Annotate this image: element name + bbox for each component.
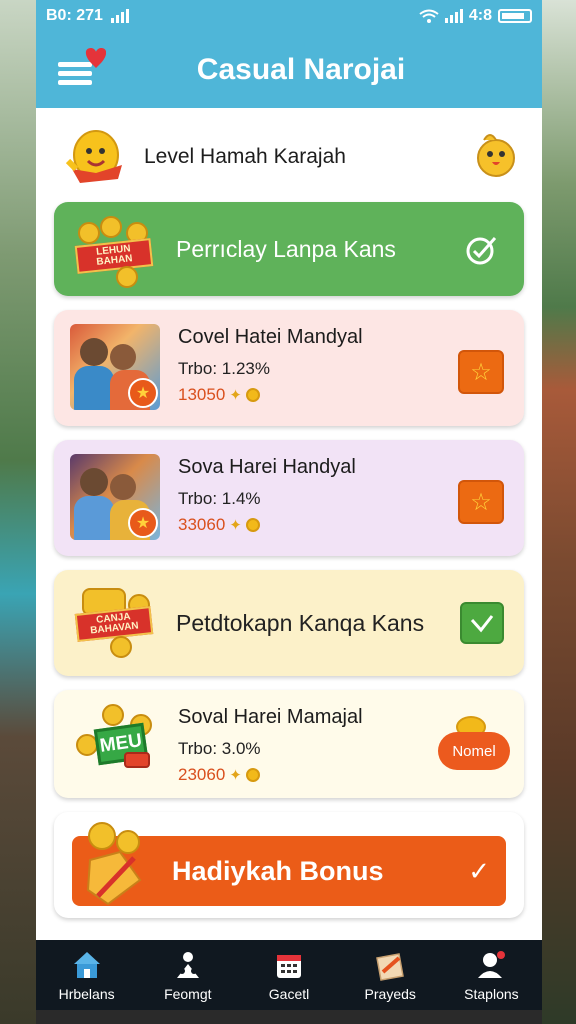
bonus-label: Hadiykah Bonus bbox=[172, 855, 384, 886]
reward-card-2[interactable]: ★ Sova Harei Handyal Trbo: 1.4% 33060 ✦ … bbox=[54, 440, 524, 556]
reward-coins-value-3: 23060 bbox=[178, 765, 226, 784]
reward-coins-value-1: 13050 bbox=[178, 385, 226, 404]
reward-rate-2: Trbo: 1.4% bbox=[178, 489, 261, 508]
coin-icon bbox=[245, 388, 260, 402]
battery-icon bbox=[498, 9, 532, 23]
reward-thumbnail-1: ★ bbox=[70, 324, 160, 410]
status-bar: B0: 271 4:8 bbox=[36, 0, 542, 32]
reward-coins-value-2: 33060 bbox=[178, 515, 226, 534]
check-icon[interactable] bbox=[460, 228, 504, 270]
novel-button[interactable]: Nomel bbox=[438, 732, 510, 770]
bonus-button[interactable]: Hadiykah Bonus ✓ bbox=[72, 822, 506, 906]
promo-title-1: Perrıclay Lanpa Kans bbox=[176, 235, 396, 262]
reward-name-3: Soval Harei Mamajal bbox=[178, 706, 363, 728]
cell-signal-icon bbox=[444, 9, 463, 23]
star-badge-icon: ★ bbox=[128, 508, 158, 538]
menu-heart-icon[interactable] bbox=[56, 46, 106, 90]
reward-rate-3: Trbo: 3.0% bbox=[178, 739, 261, 758]
tab-gifts[interactable]: Prayeds bbox=[340, 940, 441, 1010]
bonus-envelope-icon bbox=[86, 822, 142, 906]
tab-games[interactable]: Feomgt bbox=[137, 940, 238, 1010]
tab-label: Prayeds bbox=[364, 986, 416, 1002]
app-header: Casual Narojai bbox=[36, 32, 542, 108]
favorite-button-2[interactable]: ☆ bbox=[458, 480, 504, 524]
reward-card-1[interactable]: ★ Covel Hatei Mandyal Trbo: 1.23% 13050 … bbox=[54, 310, 524, 426]
level-label: Level Hamah Karajah bbox=[144, 145, 346, 168]
reward-name-2: Sova Harei Handyal bbox=[178, 456, 356, 478]
reward-thumbnail-2: ★ bbox=[70, 454, 160, 540]
check-icon: ✓ bbox=[468, 855, 490, 886]
coin-icon bbox=[245, 518, 260, 532]
promo-card-2[interactable]: CANJA BAHAVAN Petdtokapn Kanqa Kans bbox=[54, 570, 524, 676]
tab-label: Gacetl bbox=[268, 986, 310, 1002]
bottom-tab-bar: Hrbelans Feomgt Gacetl Prayeds Staplons bbox=[36, 940, 542, 1010]
sparkle-icon: ✦ bbox=[229, 517, 242, 534]
profile-icon bbox=[478, 951, 506, 978]
reward-rate-1: Trbo: 1.23% bbox=[178, 359, 270, 378]
gift-icon bbox=[376, 953, 405, 981]
favorite-button-1[interactable]: ☆ bbox=[458, 350, 504, 394]
home-icon bbox=[73, 952, 100, 978]
tab-calendar[interactable]: Gacetl bbox=[238, 940, 339, 1010]
wifi-icon bbox=[419, 9, 439, 23]
bonus-card: Hadiykah Bonus ✓ bbox=[54, 812, 524, 918]
bottom-edge bbox=[36, 1010, 542, 1024]
promo-emblem-1: LEHUN BAHAN bbox=[72, 216, 162, 288]
reward-coins-1: 13050 ✦ bbox=[178, 385, 363, 405]
level-row: Level Hamah Karajah bbox=[60, 120, 520, 194]
sparkle-icon: ✦ bbox=[229, 767, 242, 784]
sparkle-icon: ✦ bbox=[229, 387, 242, 404]
promo-card-1[interactable]: LEHUN BAHAN Perrıclay Lanpa Kans bbox=[54, 202, 524, 296]
games-icon bbox=[176, 952, 199, 978]
coin-icon bbox=[245, 768, 260, 782]
promo-emblem-2: CANJA BAHAVAN bbox=[72, 584, 162, 658]
reward-coins-3: 23060 ✦ bbox=[178, 765, 363, 785]
background-right bbox=[540, 0, 576, 1024]
app-title: Casual Narojai bbox=[196, 53, 406, 86]
reward-emblem-3: MEU bbox=[72, 704, 162, 776]
star-badge-icon: ★ bbox=[128, 378, 158, 408]
heart-check-icon[interactable] bbox=[460, 602, 504, 644]
chick-icon bbox=[477, 134, 515, 177]
star-icon: ☆ bbox=[470, 358, 492, 386]
battery-percent: 4:8 bbox=[468, 7, 492, 24]
tab-profile[interactable]: Staplons bbox=[441, 940, 542, 1010]
reward-name-1: Covel Hatei Mandyal bbox=[178, 326, 363, 348]
status-time: B0: 271 bbox=[46, 7, 103, 24]
tab-label: Staplons bbox=[464, 986, 519, 1002]
reward-card-3[interactable]: MEU Soval Harei Mamajal Trbo: 3.0% 23060… bbox=[54, 690, 524, 798]
tab-label: Hrbelans bbox=[58, 986, 115, 1002]
calendar-icon bbox=[277, 955, 301, 978]
promo-title-2: Petdtokapn Kanqa Kans bbox=[176, 609, 425, 636]
tab-label: Feomgt bbox=[164, 986, 212, 1002]
reward-coins-2: 33060 ✦ bbox=[178, 515, 356, 535]
star-icon: ☆ bbox=[470, 488, 492, 516]
signal-icon bbox=[110, 9, 129, 23]
tab-home[interactable]: Hrbelans bbox=[36, 940, 137, 1010]
main-panel: Level Hamah Karajah LEHUN BAHAN Perrıcla… bbox=[36, 108, 542, 944]
background-left bbox=[0, 0, 40, 1024]
mascot-icon bbox=[65, 130, 122, 183]
